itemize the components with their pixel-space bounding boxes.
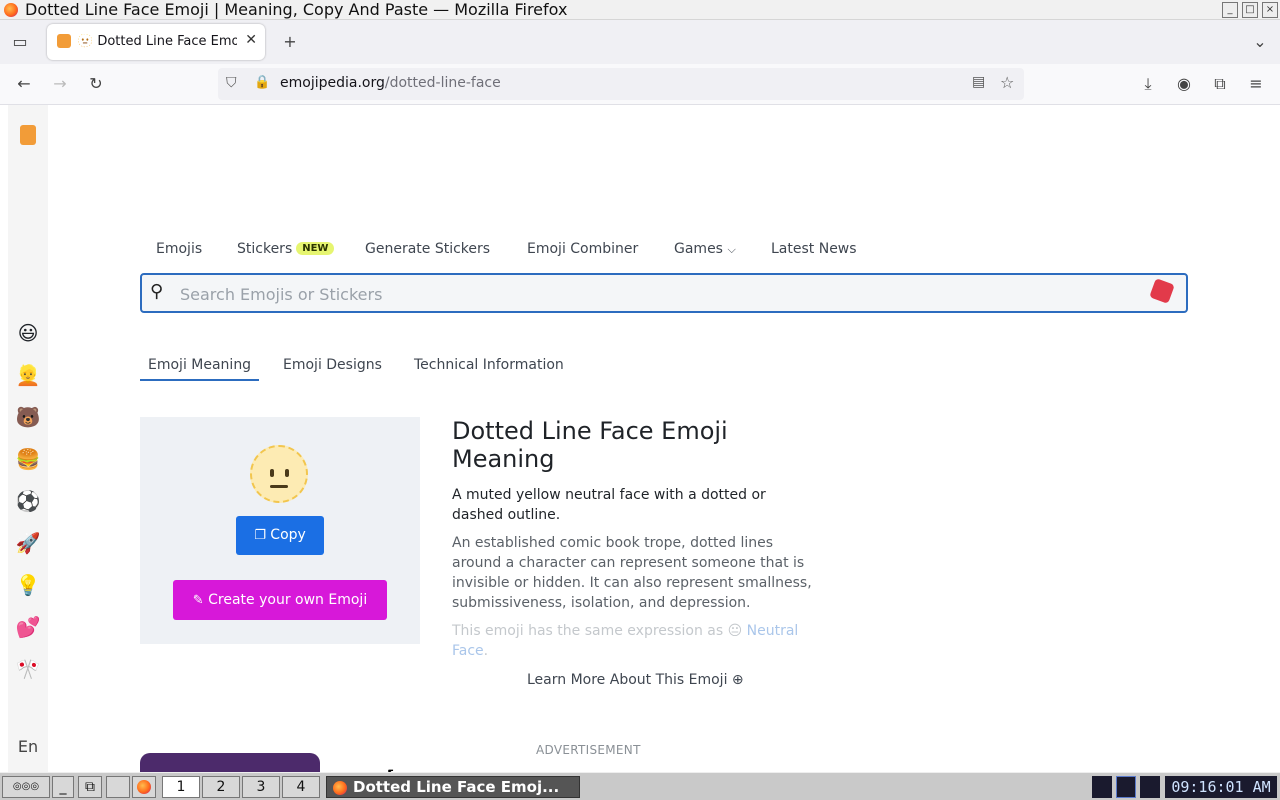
magic-wand-icon: ✎	[192, 593, 204, 608]
arrow-down-circle-icon: ⊕	[731, 672, 744, 688]
faded-suffix: .	[483, 643, 489, 659]
close-window-button[interactable]: ×	[1262, 2, 1278, 18]
food-category-icon[interactable]: 🍔	[8, 447, 48, 471]
url-bar[interactable]: ⛉ 🔒 emojipedia.org/dotted-line-face ▤ ☆	[218, 68, 1024, 100]
url-text: emojipedia.org/dotted-line-face	[280, 75, 501, 91]
tray-pager-3[interactable]	[1140, 776, 1160, 798]
active-task-label: Dotted Line Face Emoj...	[353, 778, 560, 796]
new-tab-icon[interactable]: +	[278, 30, 302, 54]
tab-list-icon[interactable]: ▭	[8, 30, 32, 54]
tab-close-icon[interactable]: ✕	[245, 32, 257, 48]
window-title: Dotted Line Face Emoji | Meaning, Copy A…	[25, 0, 568, 19]
language-selector[interactable]: En	[8, 735, 48, 759]
emoji-category-sidebar: 😃 👱 🐻 🍔 ⚽ 🚀 💡 💕 🎌 En	[8, 105, 48, 772]
tab-emoji-designs[interactable]: Emoji Designs	[283, 357, 382, 373]
minimize-button[interactable]: _	[1222, 2, 1238, 18]
taskbar: ◎◎◎ _ ⧉ 1 2 3 4 Dotted Line Face Emoj...…	[0, 772, 1280, 800]
activities-category-icon[interactable]: ⚽	[8, 489, 48, 513]
new-badge: NEW	[296, 242, 335, 255]
browser-tab[interactable]: 🫥 Dotted Line Face Emoji ✕	[47, 24, 265, 60]
search-input[interactable]	[180, 283, 1120, 305]
minimize-all-icon[interactable]: _	[52, 776, 74, 798]
create-emoji-label: Create your own Emoji	[208, 592, 368, 608]
page-title: Dotted Line Face Emoji Meaning	[452, 417, 728, 473]
copy-button-label: Copy	[270, 527, 306, 543]
nav-emoji-combiner[interactable]: Emoji Combiner	[527, 241, 638, 257]
navigation-bar: ← → ↻ ⛉ 🔒 emojipedia.org/dotted-line-fac…	[0, 64, 1280, 105]
learn-more-label: Learn More About This Emoji	[527, 672, 728, 688]
copy-icon: ❐	[254, 528, 266, 543]
tab-label: 🫥 Dotted Line Face Emoji	[77, 34, 237, 49]
account-icon[interactable]: ◉	[1172, 72, 1196, 96]
url-path: /dotted-line-face	[384, 75, 501, 91]
window-titlebar: Dotted Line Face Emoji | Meaning, Copy A…	[0, 0, 1280, 20]
objects-category-icon[interactable]: 💡	[8, 573, 48, 597]
active-tab-underline	[140, 379, 259, 381]
emojipedia-logo-icon[interactable]	[8, 125, 48, 150]
people-category-icon[interactable]: 👱	[8, 363, 48, 387]
tray-pager-1[interactable]	[1092, 776, 1112, 798]
tray-pager-2[interactable]	[1116, 776, 1136, 798]
window-list-icon[interactable]: ⧉	[78, 776, 102, 798]
flags-category-icon[interactable]: 🎌	[8, 657, 48, 681]
maximize-button[interactable]: □	[1242, 2, 1258, 18]
emoji-card: ❐ Copy ✎ Create your own Emoji	[140, 417, 420, 644]
chevron-down-icon: ⌵	[727, 243, 736, 256]
promo-banner[interactable]	[140, 753, 320, 772]
emoji-eye-right	[285, 469, 289, 477]
nav-games-label: Games	[674, 241, 723, 257]
smileys-category-icon[interactable]: 😃	[8, 321, 48, 345]
advertisement-label: ADVERTISEMENT	[536, 743, 641, 757]
learn-more-link[interactable]: Learn More About This Emoji ⊕	[527, 672, 744, 688]
firefox-launcher-icon[interactable]	[132, 776, 156, 798]
search-icon: ⚲	[150, 281, 164, 302]
nav-stickers[interactable]: Stickers NEW	[237, 241, 335, 257]
chevron-down-icon[interactable]: ⌄	[1248, 30, 1272, 54]
nav-games[interactable]: Games ⌵	[674, 241, 736, 257]
tab-technical-information[interactable]: Technical Information	[414, 357, 564, 373]
firefox-icon	[4, 3, 18, 17]
random-dice-icon[interactable]	[1149, 278, 1175, 304]
animals-category-icon[interactable]: 🐻	[8, 405, 48, 429]
forward-arrow-icon[interactable]: →	[48, 72, 72, 96]
faded-paragraph: This emoji has the same expression as 😐 …	[452, 621, 816, 661]
workspace-3[interactable]: 3	[242, 776, 280, 798]
dotted-line-face-emoji	[250, 445, 308, 503]
shield-icon[interactable]: ⛉	[226, 75, 237, 91]
emoji-eye-left	[270, 469, 274, 477]
blank-launcher[interactable]	[106, 776, 130, 798]
travel-category-icon[interactable]: 🚀	[8, 531, 48, 555]
back-arrow-icon[interactable]: ←	[12, 72, 36, 96]
clock: 09:16:01 AM	[1165, 776, 1277, 798]
lock-icon[interactable]: 🔒	[254, 75, 270, 90]
copy-button[interactable]: ❐ Copy	[236, 516, 324, 555]
emoji-description: An established comic book trope, dotted …	[452, 535, 812, 611]
nav-generate-stickers[interactable]: Generate Stickers	[365, 241, 490, 257]
workspace-1[interactable]: 1	[162, 776, 200, 798]
bookmark-star-icon[interactable]: ☆	[1000, 73, 1014, 92]
search-box[interactable]: ⚲	[140, 273, 1188, 313]
emojipedia-favicon-icon	[57, 34, 71, 48]
create-emoji-button[interactable]: ✎ Create your own Emoji	[173, 580, 387, 620]
extensions-icon[interactable]: ⧉	[1208, 72, 1232, 96]
emoji-summary: A muted yellow neutral face with a dotte…	[452, 487, 766, 523]
start-menu-icon[interactable]: ◎◎◎	[2, 776, 50, 798]
menu-icon[interactable]: ≡	[1244, 72, 1268, 96]
url-domain: emojipedia.org	[280, 75, 385, 91]
reload-icon[interactable]: ↻	[84, 72, 108, 96]
tab-emoji-meaning[interactable]: Emoji Meaning	[148, 357, 251, 373]
workspace-4[interactable]: 4	[282, 776, 320, 798]
active-task-button[interactable]: Dotted Line Face Emoj...	[326, 776, 580, 798]
nav-latest-news[interactable]: Latest News	[771, 241, 857, 257]
download-icon[interactable]: ⤓	[1136, 72, 1160, 96]
nav-stickers-label: Stickers	[237, 241, 293, 257]
symbols-category-icon[interactable]: 💕	[8, 615, 48, 639]
firefox-task-icon	[333, 781, 347, 795]
tab-strip: ▭ 🫥 Dotted Line Face Emoji ✕ + ⌄	[0, 20, 1280, 64]
reader-view-icon[interactable]: ▤	[972, 74, 985, 90]
faded-text: This emoji has the same expression as 😐	[452, 623, 747, 639]
emoji-mouth	[270, 485, 288, 488]
nav-emojis[interactable]: Emojis	[156, 241, 202, 257]
workspace-2[interactable]: 2	[202, 776, 240, 798]
